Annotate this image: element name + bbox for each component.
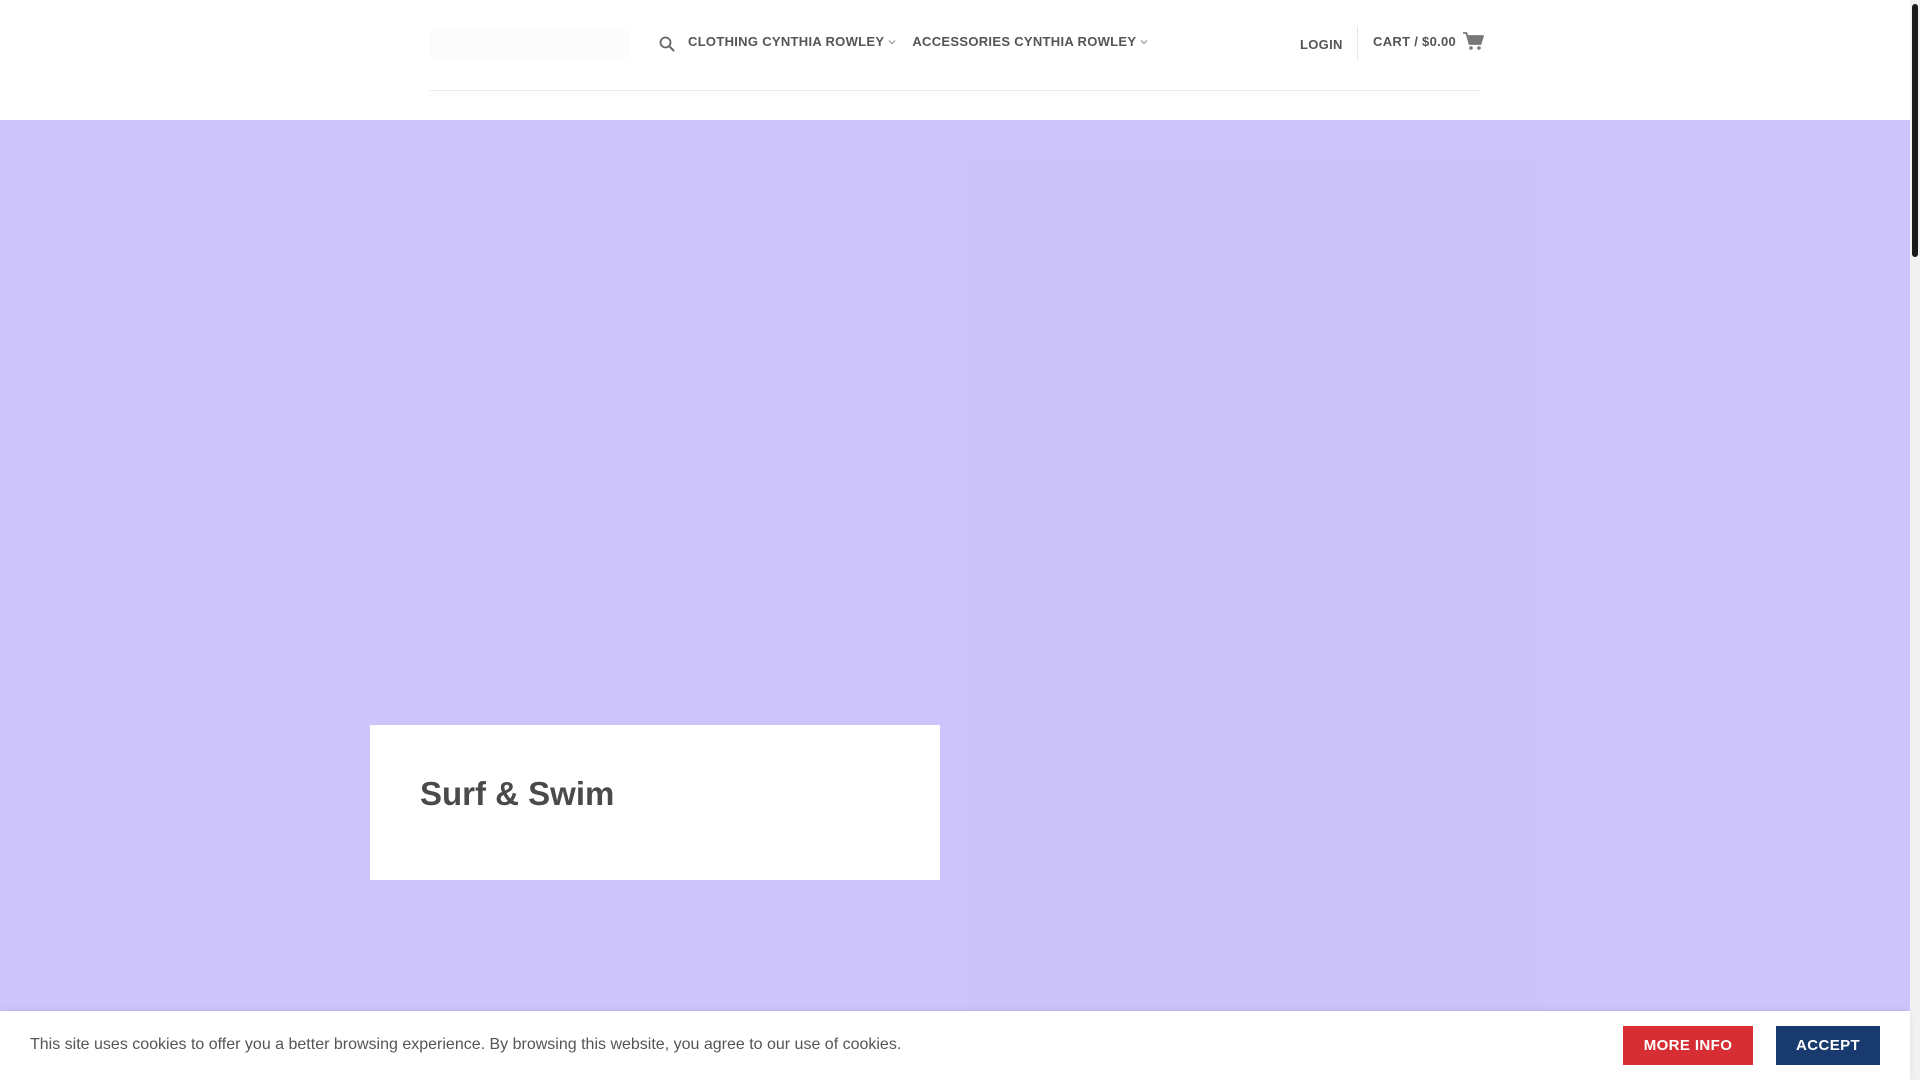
hero-image — [968, 160, 1538, 1030]
nav-item-accessories[interactable]: ACCESSORIES CYNTHIA ROWLEY — [912, 34, 1149, 49]
header-bar: CLOTHING CYNTHIA ROWLEY ACCESSORIES CYNT… — [430, 0, 1484, 91]
search-icon[interactable] — [659, 36, 675, 52]
header-divider — [1357, 26, 1358, 60]
page-title: Surf & Swim — [420, 775, 615, 812]
hero-banner: Surf & Swim — [0, 120, 1910, 1080]
main-nav: CLOTHING CYNTHIA ROWLEY ACCESSORIES CYNT… — [688, 34, 1164, 49]
site-logo[interactable] — [430, 30, 630, 58]
hero-title-box: Surf & Swim — [370, 725, 940, 880]
site-header: CLOTHING CYNTHIA ROWLEY ACCESSORIES CYNT… — [0, 0, 1910, 120]
cookie-banner: This site uses cookies to offer you a be… — [0, 1011, 1910, 1080]
page-scrollbar[interactable] — [1910, 0, 1920, 1080]
accept-button[interactable]: ACCEPT — [1776, 1026, 1880, 1065]
cart-link[interactable]: CART / $0.00 — [1373, 31, 1484, 51]
cart-icon — [1463, 32, 1484, 50]
chevron-down-icon — [1140, 39, 1148, 44]
cookie-message: This site uses cookies to offer you a be… — [30, 1036, 902, 1053]
cart-label: CART / $0.00 — [1373, 33, 1457, 49]
scrollbar-thumb[interactable] — [1912, 4, 1918, 257]
nav-item-clothing[interactable]: CLOTHING CYNTHIA ROWLEY — [688, 34, 897, 49]
nav-item-label: CLOTHING CYNTHIA ROWLEY — [688, 34, 885, 49]
chevron-down-icon — [888, 39, 896, 44]
login-link[interactable]: LOGIN — [1300, 37, 1343, 52]
more-info-button[interactable]: MORE INFO — [1623, 1026, 1753, 1065]
nav-item-label: ACCESSORIES CYNTHIA ROWLEY — [912, 34, 1137, 49]
